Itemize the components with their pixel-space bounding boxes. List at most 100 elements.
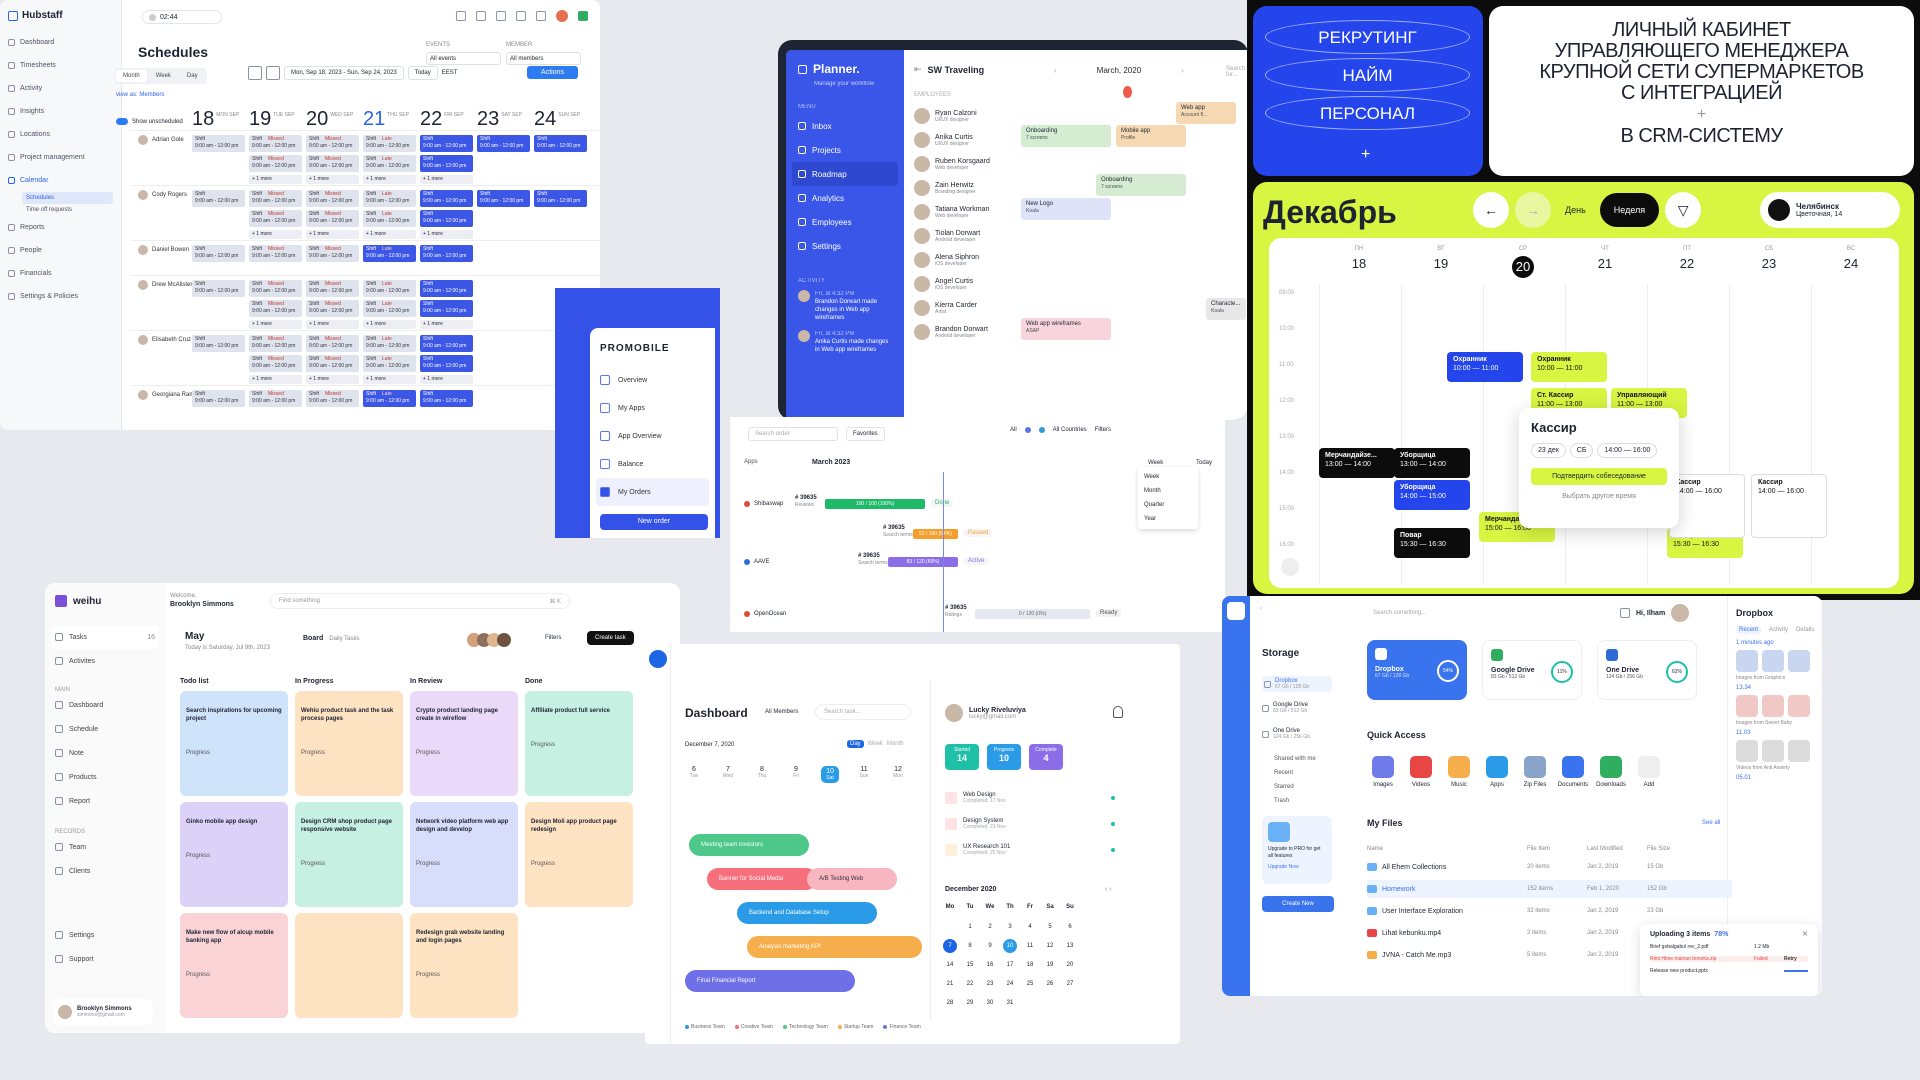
timer-chip[interactable]: 02:44 [142,10,222,24]
confirm-interview-button[interactable]: Подтвердить собеседование [1531,468,1667,485]
upload-close-icon[interactable]: ✕ [1802,930,1808,938]
task-card[interactable] [525,913,633,1018]
more-link[interactable]: + 1 more [363,375,416,384]
order-search[interactable]: Search order [748,427,838,441]
timeline-bar[interactable]: Backend and Database Setup [737,902,877,924]
timeline-bar[interactable]: Analysis marketing KPI [747,936,922,958]
app-row-label[interactable]: AAVE [744,559,770,565]
date-range-input[interactable]: Mon, Sep 18, 2023 - Sun, Sep 24, 2023 [284,66,404,80]
file-row[interactable]: User Interface Exploration 32 items Jan 2,… [1367,902,1732,920]
quick-access-item[interactable]: Videos [1405,756,1437,788]
shift-block[interactable]: Shift 9:00 am - 12:00 pm [534,190,587,207]
shift-block[interactable]: Shift Late 9:00 am - 12:00 pm [363,300,416,317]
nav-item[interactable]: Financials [8,262,113,285]
upgrade-now-link[interactable]: Upgrade Now [1268,864,1326,870]
task-card[interactable] [295,913,403,1018]
progress-bar[interactable]: 52 / 100 (54%) [913,529,958,539]
task-chip[interactable]: Characte... Koala [1206,298,1246,320]
status-badge[interactable]: Active [964,557,989,565]
filter-chain-icon[interactable] [1038,427,1045,433]
planner-menu-item[interactable]: Employees [798,210,892,234]
favorites-button[interactable]: Favorites [846,427,885,441]
shift-event[interactable]: Уборщица 14:00 — 15:00 [1394,480,1470,510]
employee-row[interactable]: Kierra Carder Artist [914,300,977,316]
activity-thumb[interactable] [1736,740,1758,762]
weihu-nav-item[interactable]: Team [55,835,155,859]
storage-link[interactable]: Starred [1274,784,1294,790]
shift-block[interactable]: Shift Missed 9:00 am - 12:00 pm [249,245,302,262]
task-card[interactable]: Design Moli app product page redesign Pro… [525,802,633,907]
shift-block[interactable]: Shift Missed 9:00 am - 12:00 pm [306,390,359,407]
shift-block[interactable]: Shift Late 9:00 am - 12:00 pm [363,245,416,262]
weihu-nav-item[interactable]: Report [55,789,155,813]
storage-user[interactable]: Hi, Ilham [1620,604,1690,622]
next-month-icon[interactable]: › [1181,66,1184,75]
progress-bar[interactable]: 100 / 100 (100%) [825,499,925,509]
events-select[interactable]: All events [426,52,501,65]
shift-block[interactable]: Shift 9:00 am - 12:00 pm [192,390,245,407]
shift-block[interactable]: Shift Missed 9:00 am - 12:00 pm [306,135,359,152]
task-search[interactable]: Search task... [815,704,911,720]
nav-subitem-timeoff[interactable]: Time off requests [8,204,113,216]
employee-row-label[interactable]: Cody Rogers [138,190,187,200]
show-unscheduled[interactable]: Show unscheduled [116,118,183,125]
employee-row[interactable]: Ryan Calzoni UI/UX designer [914,108,977,124]
task-card[interactable]: Make new flow of alcup mobile banking ap… [180,913,288,1018]
weihu-nav-item[interactable]: Clients [55,859,155,883]
range-tab[interactable]: Month [887,741,904,747]
drive-card[interactable]: Dropbox 67 Gb / 128 Gb 54% [1367,640,1467,700]
weihu-nav-item[interactable]: Support [55,947,155,971]
week-day[interactable]: 7 Wed [719,766,737,779]
members-select[interactable]: All Members [765,709,798,715]
shift-block[interactable]: Shift 9:00 am - 12:00 pm [420,335,473,352]
range-select[interactable]: Week [1148,460,1163,466]
cal-day[interactable]: 7 [943,939,957,953]
file-row[interactable]: All Ehem Collections 20 items Jan 2, 2019 1… [1367,858,1732,876]
cal-day[interactable]: 21 [943,977,957,991]
nav-activities[interactable]: Activites [55,649,155,673]
bell-icon[interactable] [1113,706,1123,718]
cal-day[interactable]: 30 [983,996,997,1010]
shift-block[interactable]: Shift Late 9:00 am - 12:00 pm [363,190,416,207]
quick-access-item[interactable]: Downloads [1595,756,1627,788]
shift-block[interactable]: Shift Missed 9:00 am - 12:00 pm [249,155,302,172]
shift-block[interactable]: Shift Late 9:00 am - 12:00 pm [363,390,416,407]
employee-row-label[interactable]: Daniel Bowen [138,245,189,255]
cal-day[interactable]: 20 [1063,958,1077,972]
shift-event[interactable]: Кассир 14:00 — 16:00 [1751,474,1827,538]
more-link[interactable]: + 1 more [306,175,359,184]
shift-block[interactable]: Shift Missed 9:00 am - 12:00 pm [306,280,359,297]
cal-day[interactable]: 9 [983,939,997,953]
panel-tab[interactable]: Details [1796,627,1814,633]
app-row-label[interactable]: OpenOcean [744,611,786,617]
planner-menu-item[interactable]: Inbox [798,114,892,138]
range-option[interactable]: Quarter [1144,498,1192,512]
bell-icon[interactable] [496,11,506,21]
toggle-switch[interactable] [116,118,128,125]
shift-block[interactable]: Shift 9:00 am - 12:00 pm [192,280,245,297]
shift-event[interactable]: Охранник 10:00 — 11:00 [1531,352,1607,382]
range-option[interactable]: Year [1144,512,1192,526]
next-week-icon[interactable] [266,66,280,80]
filter-chain-icon[interactable] [1024,427,1031,433]
week-day[interactable]: 12 Mon [889,766,907,779]
shift-block[interactable]: Shift Missed 9:00 am - 12:00 pm [306,155,359,172]
weihu-nav-item[interactable]: Products [55,765,155,789]
nav-item[interactable]: Timesheets [8,54,113,77]
shift-block[interactable]: Shift Missed 9:00 am - 12:00 pm [249,280,302,297]
activity-thumb[interactable] [1788,740,1810,762]
storage-search[interactable]: Search something... [1367,606,1597,622]
timeline-bar[interactable]: Meeting team investors [689,834,809,856]
task-card[interactable]: Ginko mobile app design Progress [180,802,288,907]
shift-block[interactable]: Shift 9:00 am - 12:00 pm [477,190,530,207]
shift-block[interactable]: Shift 9:00 am - 12:00 pm [420,280,473,297]
prev-icon[interactable]: ← [1473,192,1509,228]
help-icon[interactable] [516,11,526,21]
shift-block[interactable]: Shift Missed 9:00 am - 12:00 pm [306,335,359,352]
employee-row-label[interactable]: Elisabeth Cruz [138,335,191,345]
filter-icon[interactable]: ▽ [1665,192,1702,228]
cal-day[interactable]: 22 [963,977,977,991]
quick-access-item[interactable]: Apps [1481,756,1513,788]
cal-day[interactable]: 26 [1043,977,1057,991]
activity-thumb[interactable] [1762,740,1784,762]
